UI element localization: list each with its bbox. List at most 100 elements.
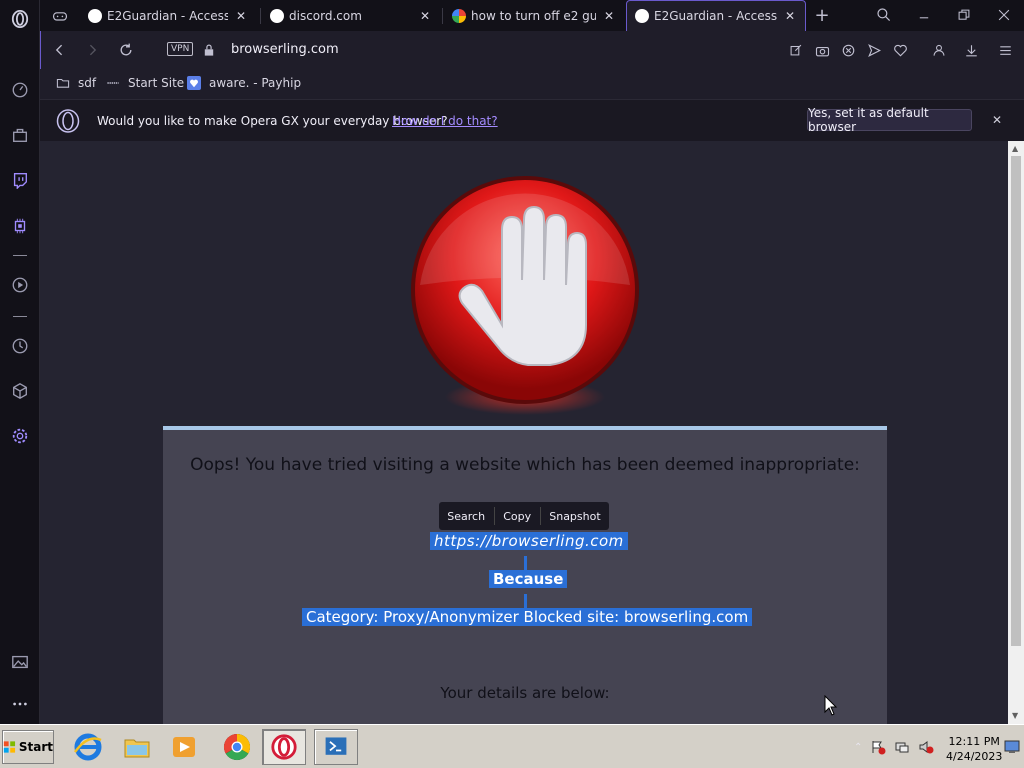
selection-context-menu: Search Copy Snapshot [439, 502, 609, 530]
wallpaper-icon[interactable] [10, 652, 30, 672]
file-explorer-icon[interactable] [115, 729, 159, 765]
lock-icon[interactable] [199, 40, 219, 60]
address-bar: VPN browserling.com [40, 31, 1024, 69]
close-window-icon[interactable] [994, 5, 1014, 25]
mouse-cursor-icon [824, 695, 838, 716]
close-tab-icon[interactable]: ✕ [783, 9, 797, 23]
new-tab-plus-icon[interactable]: + [812, 5, 832, 26]
tab-discord[interactable]: discord.com ✕ [262, 0, 440, 31]
blocked-heading: Oops! You have tried visiting a website … [190, 455, 860, 475]
tab-title: E2Guardian - Access Denie [107, 8, 228, 23]
show-desktop-icon[interactable] [1004, 739, 1020, 755]
cpu-limiter-icon[interactable] [10, 216, 30, 236]
tab-e2guardian-1[interactable]: E2Guardian - Access Denie ✕ [80, 0, 256, 31]
speedometer-icon[interactable] [10, 80, 30, 100]
tab-title: E2Guardian - Access Denie [654, 9, 777, 23]
clock-date: 4/24/2023 [946, 750, 1003, 763]
gamepad-icon[interactable] [50, 6, 70, 26]
more-dots-icon[interactable] [10, 694, 30, 714]
windows-logo-icon [3, 741, 16, 753]
tab-strip: E2Guardian - Access Denie ✕ discord.com … [40, 0, 1024, 31]
start-label: Start [18, 740, 53, 754]
tab-e2guardian-active[interactable]: E2Guardian - Access Denie ✕ [626, 0, 806, 31]
close-tab-icon[interactable]: ✕ [602, 9, 616, 23]
context-copy-button[interactable]: Copy [495, 510, 539, 523]
opera-logo-icon[interactable] [10, 9, 30, 29]
page-scrollbar[interactable]: ▲ ▼ [1008, 141, 1024, 724]
system-clock[interactable]: 12:11 PM 4/24/2023 [946, 734, 1002, 764]
opera-gx-taskbar-icon[interactable] [262, 729, 306, 765]
because-label: Because [489, 570, 568, 588]
profile-icon[interactable] [929, 40, 949, 60]
page-content: Oops! You have tried visiting a website … [40, 141, 1008, 724]
action-center-flag-icon[interactable] [870, 739, 886, 755]
download-icon[interactable] [961, 40, 981, 60]
search-tabs-icon[interactable] [874, 5, 894, 25]
tab-title: discord.com [289, 8, 362, 23]
back-arrow-icon[interactable] [50, 40, 70, 60]
settings-gear-icon[interactable] [10, 426, 30, 446]
bookmark-label: aware. - Payhip [209, 76, 302, 90]
blocked-message-panel: Oops! You have tried visiting a website … [163, 426, 887, 724]
media-player-icon[interactable] [162, 729, 206, 765]
heart-icon[interactable] [890, 40, 910, 60]
history-clock-icon[interactable] [10, 336, 30, 356]
bookmark-payhip[interactable]: aware. - Payhip [187, 76, 301, 90]
powershell-icon[interactable] [314, 729, 358, 765]
close-tab-icon[interactable]: ✕ [418, 9, 432, 23]
speed-dial-icon [106, 76, 120, 90]
details-heading: Your details are below: [440, 684, 610, 702]
stop-hand-icon [411, 176, 639, 415]
tab-separator [260, 8, 261, 24]
chrome-icon[interactable] [215, 729, 259, 765]
scroll-up-arrow-icon[interactable]: ▲ [1012, 144, 1018, 153]
ad-block-icon[interactable] [838, 40, 858, 60]
opera-gx-logo-icon [56, 109, 80, 133]
globe-favicon-icon [270, 8, 284, 23]
edit-icon[interactable] [786, 40, 806, 60]
shopping-bag-icon[interactable] [10, 125, 30, 145]
forward-arrow-icon[interactable] [82, 40, 102, 60]
bookmarks-bar: sdf Start Site aware. - Payhip [40, 69, 1024, 99]
send-icon[interactable] [864, 40, 884, 60]
url-text[interactable]: browserling.com [231, 42, 339, 57]
opera-sidebar [0, 0, 40, 724]
player-icon[interactable] [10, 275, 30, 295]
bookmark-label: Start Site [128, 76, 185, 90]
sidebar-divider [13, 316, 27, 317]
reload-icon[interactable] [116, 40, 136, 60]
extensions-cube-icon[interactable] [10, 381, 30, 401]
start-button[interactable]: Start [2, 730, 54, 764]
windows-taskbar: Start ⌃ 12:11 PM 4/24/2023 [0, 724, 1024, 768]
scrollbar-thumb[interactable] [1011, 156, 1021, 646]
bookmark-start-site[interactable]: Start Site [106, 76, 184, 90]
set-default-button[interactable]: Yes, set it as default browser [807, 106, 972, 134]
tab-title: how to turn off e2 guardia [471, 8, 596, 23]
minimize-window-icon[interactable] [914, 5, 934, 25]
scroll-down-arrow-icon[interactable]: ▼ [1012, 711, 1018, 720]
close-notification-icon[interactable]: ✕ [990, 113, 1004, 127]
show-hidden-icons-icon[interactable]: ⌃ [854, 742, 862, 753]
context-search-button[interactable]: Search [439, 510, 493, 523]
blocked-url-text: https://browserling.com [430, 532, 628, 550]
network-icon[interactable] [894, 739, 910, 755]
easy-setup-menu-icon[interactable] [995, 40, 1015, 60]
close-tab-icon[interactable]: ✕ [234, 9, 248, 23]
camera-snapshot-icon[interactable] [812, 40, 832, 60]
context-snapshot-button[interactable]: Snapshot [541, 510, 608, 523]
restore-window-icon[interactable] [954, 5, 974, 25]
clock-time: 12:11 PM [948, 735, 1000, 748]
how-do-i-link[interactable]: How do I do that? [392, 114, 498, 128]
tab-google-search[interactable]: how to turn off e2 guardia ✕ [444, 0, 624, 31]
block-reason-text: Category: Proxy/Anonymizer Blocked site:… [302, 608, 753, 626]
globe-favicon-icon [635, 9, 649, 23]
payhip-icon [187, 76, 201, 90]
bookmark-sdf[interactable]: sdf [56, 76, 96, 90]
volume-muted-icon[interactable] [918, 739, 934, 755]
internet-explorer-icon[interactable] [66, 729, 110, 765]
vpn-badge[interactable]: VPN [167, 42, 194, 56]
google-favicon-icon [452, 8, 466, 23]
tab-separator [442, 8, 443, 24]
twitch-icon[interactable] [10, 170, 30, 190]
default-browser-notification: Would you like to make Opera GX your eve… [40, 99, 1024, 141]
